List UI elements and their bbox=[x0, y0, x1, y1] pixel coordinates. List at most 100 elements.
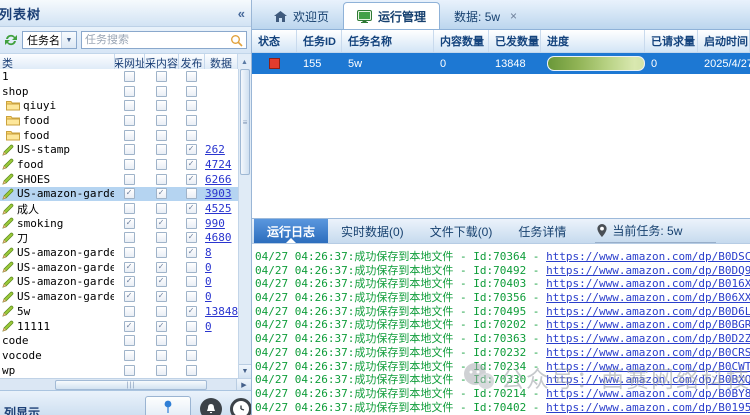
collect-content-checkbox[interactable] bbox=[156, 174, 167, 185]
collect-url-checkbox[interactable] bbox=[124, 86, 135, 97]
data-count-link[interactable]: 262 bbox=[205, 143, 225, 156]
collect-url-checkbox[interactable] bbox=[124, 174, 135, 185]
data-count-link[interactable]: 4680 bbox=[205, 231, 232, 244]
log-tab-task-detail[interactable]: 任务详情 bbox=[505, 219, 579, 243]
data-count-link[interactable]: 4525 bbox=[205, 202, 232, 215]
refresh-icon[interactable] bbox=[4, 33, 18, 47]
tree-row[interactable]: smoking✓✓990 bbox=[0, 216, 238, 231]
clock-icon[interactable] bbox=[230, 398, 251, 415]
tree-row[interactable]: food✓4724 bbox=[0, 157, 238, 172]
collect-content-checkbox[interactable] bbox=[156, 144, 167, 155]
tree-row[interactable]: food bbox=[0, 128, 238, 143]
collect-content-checkbox[interactable]: ✓ bbox=[156, 291, 167, 302]
publish-checkbox[interactable] bbox=[186, 218, 197, 229]
tree-row[interactable]: 刀✓4680 bbox=[0, 231, 238, 246]
collect-url-checkbox[interactable] bbox=[124, 71, 135, 82]
data-count-link[interactable]: 0 bbox=[205, 275, 212, 288]
publish-checkbox[interactable] bbox=[186, 321, 197, 332]
search-icon[interactable] bbox=[230, 34, 246, 47]
vscroll-thumb[interactable]: ≡ bbox=[240, 69, 250, 175]
log-url-link[interactable]: https://www.amazon.com/dp/B0DQ99X24H bbox=[546, 264, 750, 277]
tree-row[interactable]: shop bbox=[0, 84, 238, 99]
log-tab-file-download[interactable]: 文件下载(0) bbox=[417, 219, 506, 243]
publish-checkbox[interactable]: ✓ bbox=[186, 174, 197, 185]
tree-row[interactable]: US-amazon-garde···✓✓0 bbox=[0, 260, 238, 275]
collect-url-checkbox[interactable]: ✓ bbox=[124, 291, 135, 302]
collect-url-checkbox[interactable] bbox=[124, 306, 135, 317]
publish-checkbox[interactable] bbox=[186, 188, 197, 199]
publish-checkbox[interactable]: ✓ bbox=[186, 159, 197, 170]
search-field-dropdown[interactable]: 任务名 ▼ bbox=[22, 31, 77, 49]
scroll-down-icon[interactable]: ▼ bbox=[239, 364, 251, 378]
collect-content-checkbox[interactable] bbox=[156, 232, 167, 243]
publish-checkbox[interactable]: ✓ bbox=[186, 144, 197, 155]
collect-url-checkbox[interactable] bbox=[124, 350, 135, 361]
collect-url-checkbox[interactable] bbox=[124, 115, 135, 126]
tree-vertical-scrollbar[interactable]: ≡ ▼ bbox=[238, 69, 251, 378]
column-header-3[interactable]: 内容数量 bbox=[434, 30, 489, 52]
log-url-link[interactable]: https://www.amazon.com/dp/B0CWTSC9H3 bbox=[546, 360, 750, 373]
log-url-link[interactable]: https://www.amazon.com/dp/B0195Y2HDW bbox=[546, 401, 750, 414]
collect-content-checkbox[interactable] bbox=[156, 203, 167, 214]
collect-content-checkbox[interactable] bbox=[156, 335, 167, 346]
tree-row[interactable]: US-amazon-garde···✓✓3903 bbox=[0, 187, 238, 202]
column-header-7[interactable]: 启动时间 bbox=[698, 30, 750, 52]
collect-url-checkbox[interactable]: ✓ bbox=[124, 188, 135, 199]
collect-url-checkbox[interactable] bbox=[124, 335, 135, 346]
publish-checkbox[interactable] bbox=[186, 86, 197, 97]
tab-run-manage[interactable]: 运行管理 bbox=[343, 2, 440, 29]
task-search-input[interactable] bbox=[82, 34, 230, 46]
tree-row[interactable]: US-stamp✓262 bbox=[0, 142, 238, 157]
close-icon[interactable]: × bbox=[510, 9, 517, 23]
collect-content-checkbox[interactable] bbox=[156, 365, 167, 376]
tree-row[interactable]: food bbox=[0, 113, 238, 128]
collect-content-checkbox[interactable] bbox=[156, 159, 167, 170]
column-header-4[interactable]: 已发数量 bbox=[489, 30, 541, 52]
column-header-0[interactable]: 状态 bbox=[252, 30, 297, 52]
data-count-link[interactable]: 8 bbox=[205, 246, 212, 259]
collect-url-checkbox[interactable]: ✓ bbox=[124, 321, 135, 332]
publish-checkbox[interactable] bbox=[186, 291, 197, 302]
publish-checkbox[interactable] bbox=[186, 350, 197, 361]
collect-url-checkbox[interactable] bbox=[124, 365, 135, 376]
collect-url-checkbox[interactable] bbox=[124, 100, 135, 111]
hscroll-thumb[interactable]: ||| bbox=[55, 380, 207, 390]
column-header-5[interactable]: 进度 bbox=[541, 30, 645, 52]
collapse-panel-button[interactable]: « bbox=[238, 6, 245, 21]
publish-checkbox[interactable]: ✓ bbox=[186, 247, 197, 258]
data-count-link[interactable]: 990 bbox=[205, 217, 225, 230]
collect-url-checkbox[interactable] bbox=[124, 144, 135, 155]
collect-url-checkbox[interactable] bbox=[124, 203, 135, 214]
tab-data-5w[interactable]: 数据: 5w× bbox=[440, 2, 531, 29]
collect-content-checkbox[interactable] bbox=[156, 86, 167, 97]
task-row[interactable]: 1555w01384802025/4/27 bbox=[252, 53, 750, 74]
tree-row[interactable]: wp bbox=[0, 363, 238, 378]
publish-checkbox[interactable] bbox=[186, 365, 197, 376]
tree-row[interactable]: qiuyi bbox=[0, 98, 238, 113]
publish-checkbox[interactable]: ✓ bbox=[186, 203, 197, 214]
publish-checkbox[interactable] bbox=[186, 130, 197, 141]
log-url-link[interactable]: https://www.amazon.com/dp/B0DSCNWJSG bbox=[546, 250, 750, 263]
tree-row[interactable]: code bbox=[0, 333, 238, 348]
log-url-link[interactable]: https://www.amazon.com/dp/B0BGRGNGFP bbox=[546, 318, 750, 331]
tree-row[interactable]: 1 bbox=[0, 69, 238, 84]
data-count-link[interactable]: 0 bbox=[205, 290, 212, 303]
collect-content-checkbox[interactable] bbox=[156, 100, 167, 111]
log-tab-realtime-data[interactable]: 实时数据(0) bbox=[328, 219, 417, 243]
pin-button[interactable] bbox=[145, 396, 191, 415]
collect-url-checkbox[interactable] bbox=[124, 232, 135, 243]
publish-checkbox[interactable] bbox=[186, 262, 197, 273]
log-url-link[interactable]: https://www.amazon.com/dp/B0D6L2RZNH bbox=[546, 305, 750, 318]
tree-row[interactable]: US-amazon-garde···✓✓0 bbox=[0, 289, 238, 304]
tree-row[interactable]: SHOES✓6266 bbox=[0, 172, 238, 187]
collect-content-checkbox[interactable]: ✓ bbox=[156, 276, 167, 287]
data-count-link[interactable]: 4724 bbox=[205, 158, 232, 171]
collect-url-checkbox[interactable] bbox=[124, 130, 135, 141]
publish-checkbox[interactable]: ✓ bbox=[186, 232, 197, 243]
tree-row[interactable]: 11111✓✓0 bbox=[0, 319, 238, 334]
publish-checkbox[interactable] bbox=[186, 71, 197, 82]
data-count-link[interactable]: 13848 bbox=[205, 305, 238, 318]
collect-content-checkbox[interactable]: ✓ bbox=[156, 262, 167, 273]
tree-row[interactable]: US-amazon-garde···✓8 bbox=[0, 245, 238, 260]
data-count-link[interactable]: 3903 bbox=[205, 187, 232, 200]
